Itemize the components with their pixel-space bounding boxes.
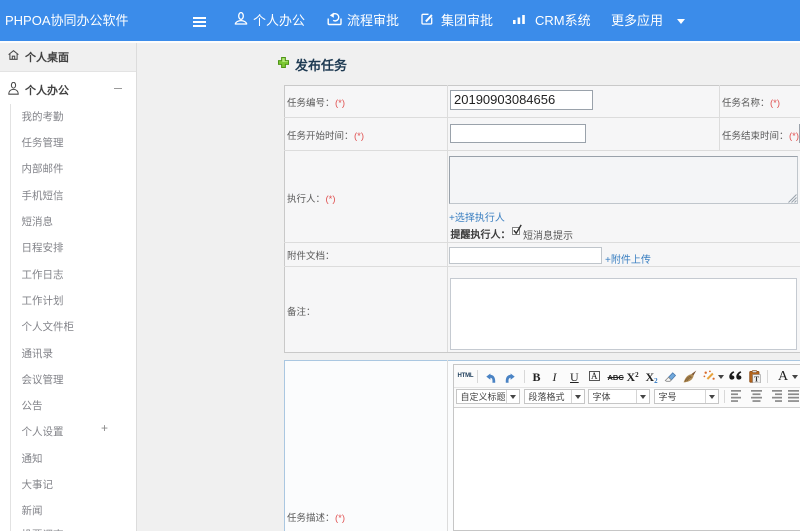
svg-text:T: T bbox=[753, 374, 758, 382]
